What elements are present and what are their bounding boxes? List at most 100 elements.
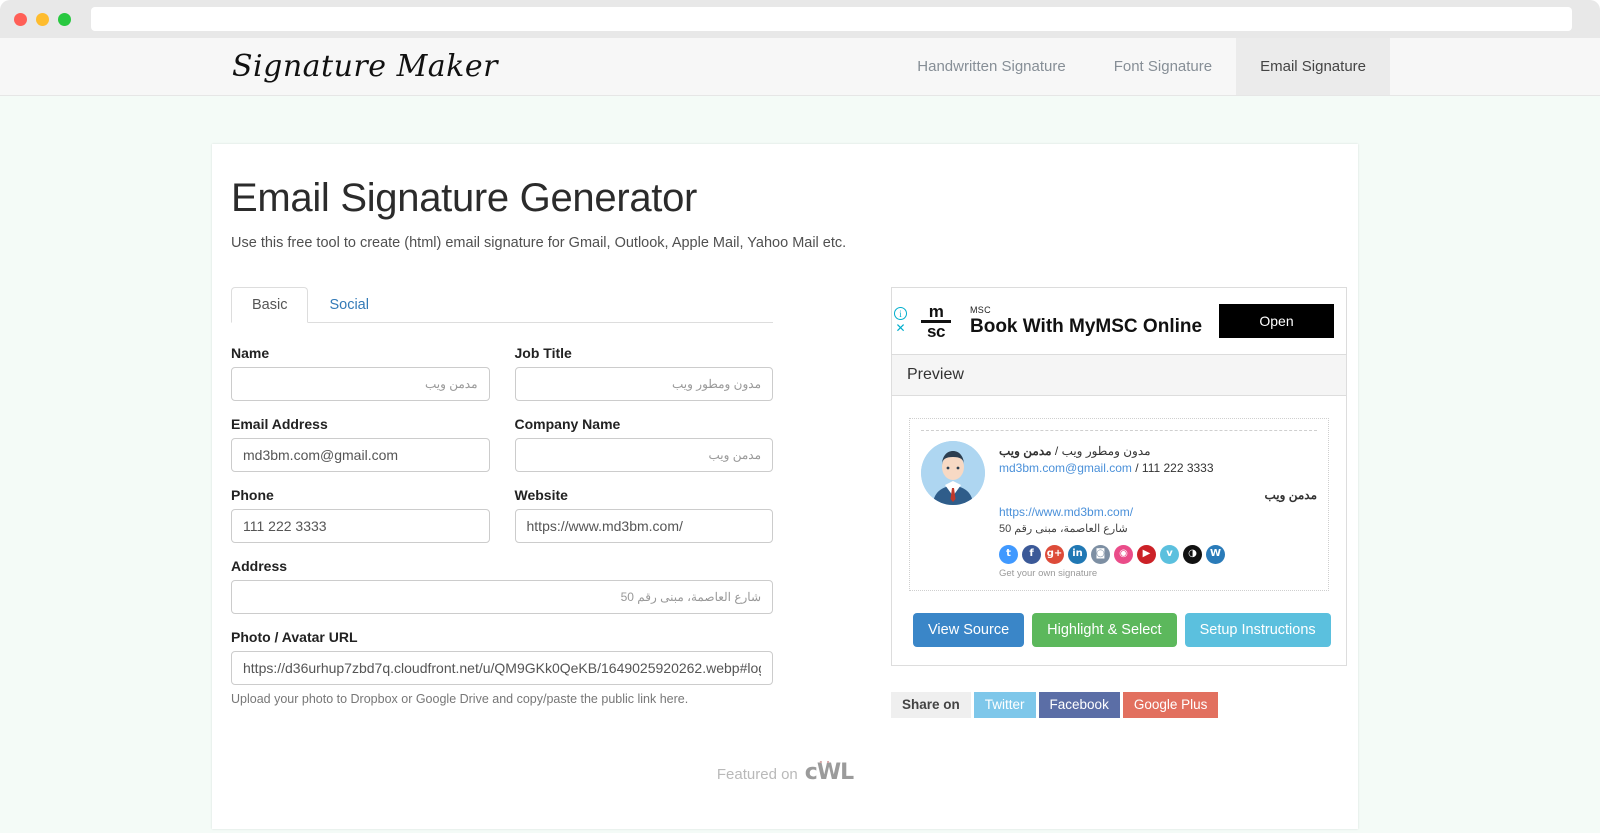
field-group-job-title: Job Title xyxy=(514,345,773,401)
form-tabs: Basic Social xyxy=(231,287,773,323)
ad-close-icon[interactable]: ✕ xyxy=(894,322,907,335)
main-content-card: Email Signature Generator Use this free … xyxy=(212,144,1358,829)
job-title-label: Job Title xyxy=(514,345,572,361)
msc-logo-icon: m sc xyxy=(914,301,958,341)
view-source-button[interactable]: View Source xyxy=(913,612,1025,647)
name-label: Name xyxy=(231,345,270,361)
signature-email-link[interactable]: md3bm.com@gmail.com xyxy=(999,461,1132,475)
nav-item-font-signature[interactable]: Font Signature xyxy=(1090,38,1236,95)
website-input[interactable] xyxy=(514,509,773,543)
advertisement-banner[interactable]: i ✕ m sc MSC Book With MyMSC Online Open xyxy=(891,287,1347,355)
dribbble-icon[interactable]: ◉ xyxy=(1114,544,1133,564)
ad-advertiser-name: MSC xyxy=(970,304,991,315)
signature-name-separator: / xyxy=(1051,444,1062,458)
address-label: Address xyxy=(231,558,288,574)
tab-basic[interactable]: Basic xyxy=(231,287,309,323)
close-window-button[interactable] xyxy=(14,12,27,26)
twitter-icon[interactable]: t xyxy=(999,544,1018,564)
field-group-email: Email Address xyxy=(231,416,490,472)
ad-text-block: MSC Book With MyMSC Online xyxy=(970,305,1219,338)
photo-url-label: Photo / Avatar URL xyxy=(231,629,358,645)
field-group-phone: Phone xyxy=(231,487,490,543)
company-input[interactable] xyxy=(514,438,773,472)
linkedin-icon[interactable]: in xyxy=(1068,544,1087,564)
field-group-photo-url: Photo / Avatar URL Upload your photo to … xyxy=(231,629,773,706)
ad-info-icon[interactable]: i xyxy=(894,307,907,320)
highlight-select-button[interactable]: Highlight & Select xyxy=(1032,612,1177,647)
ad-open-button[interactable]: Open xyxy=(1219,304,1334,338)
share-bar: Share on Twitter Facebook Google Plus xyxy=(891,691,1347,718)
signature-website-link[interactable]: https://www.md3bm.com/ xyxy=(999,505,1133,519)
field-group-website: Website xyxy=(514,487,773,543)
window-controls xyxy=(14,12,71,26)
preview-panel-body: مدمن ويب / مدون ومطور ويب md3bm.com@gmai… xyxy=(892,396,1346,665)
signature-text-block: مدمن ويب / مدون ومطور ويب md3bm.com@gmai… xyxy=(999,441,1317,579)
signature-preview: مدمن ويب / مدون ومطور ويب md3bm.com@gmai… xyxy=(921,430,1317,579)
featured-text: Featured on xyxy=(716,766,798,783)
cwl-logo-dots: .. xyxy=(818,753,834,766)
signature-address: شارع العاصمة، مبنى رقم 50 xyxy=(999,522,1128,535)
msc-logo-bottom: sc xyxy=(927,321,945,341)
youtube-icon[interactable]: ▶ xyxy=(1137,544,1156,564)
website-label: Website xyxy=(514,487,568,503)
page-title: Email Signature Generator xyxy=(231,176,698,220)
maximize-window-button[interactable] xyxy=(58,12,71,26)
ad-controls: i ✕ xyxy=(894,307,907,335)
browser-chrome xyxy=(0,0,1600,38)
company-label: Company Name xyxy=(514,416,621,432)
email-label: Email Address xyxy=(231,416,328,432)
nav-item-handwritten-signature[interactable]: Handwritten Signature xyxy=(893,38,1089,95)
signature-form: Basic Social Name Job Title xyxy=(231,287,773,721)
field-group-address: Address xyxy=(231,558,773,614)
share-twitter-button[interactable]: Twitter xyxy=(973,691,1036,718)
facebook-icon[interactable]: f xyxy=(1022,544,1041,564)
signature-contact-line: md3bm.com@gmail.com / 111 222 3333 xyxy=(999,460,1317,477)
tab-social[interactable]: Social xyxy=(308,287,390,323)
github-icon[interactable]: ◑ xyxy=(1183,544,1202,564)
setup-instructions-button[interactable]: Setup Instructions xyxy=(1184,612,1331,647)
preview-panel: Preview مدمن ويب / مدون ومطور ويب md3bm.… xyxy=(891,355,1347,666)
signature-phone: 111 222 3333 xyxy=(1141,461,1214,476)
instagram-icon[interactable]: ◙ xyxy=(1091,544,1110,564)
share-facebook-button[interactable]: Facebook xyxy=(1038,691,1120,718)
photo-url-help-text: Upload your photo to Dropbox or Google D… xyxy=(231,692,689,706)
site-header: Signature Maker Handwritten Signature Fo… xyxy=(0,38,1600,96)
signature-contact-separator: / xyxy=(1131,461,1142,476)
ad-headline: Book With MyMSC Online xyxy=(970,315,1203,337)
signature-website-line: https://www.md3bm.com/ xyxy=(999,504,1317,521)
address-bar[interactable] xyxy=(91,7,1572,31)
signature-company: مدمن ويب xyxy=(1264,487,1317,502)
phone-input[interactable] xyxy=(231,509,490,543)
signature-name-line: مدمن ويب / مدون ومطور ويب xyxy=(999,443,1317,460)
share-google-plus-button[interactable]: Google Plus xyxy=(1122,691,1219,718)
signature-name: مدمن ويب xyxy=(999,444,1052,458)
signature-job-title: مدون ومطور ويب xyxy=(1061,444,1151,458)
signature-footnote: Get your own signature xyxy=(999,567,1098,579)
featured-footer: Featured on .. cWL xyxy=(212,753,1358,785)
minimize-window-button[interactable] xyxy=(36,12,49,26)
msc-logo-top: m xyxy=(928,301,944,321)
google-plus-icon[interactable]: g+ xyxy=(1045,544,1064,564)
vimeo-icon[interactable]: v xyxy=(1160,544,1179,564)
nav-item-email-signature[interactable]: Email Signature xyxy=(1236,38,1390,95)
email-input[interactable] xyxy=(231,438,490,472)
phone-label: Phone xyxy=(231,487,274,503)
site-logo[interactable]: Signature Maker xyxy=(232,49,498,84)
job-title-input[interactable] xyxy=(514,367,773,401)
wordpress-icon[interactable]: W xyxy=(1206,544,1225,564)
preview-column: i ✕ m sc MSC Book With MyMSC Online Open… xyxy=(891,287,1347,721)
photo-url-input[interactable] xyxy=(231,651,773,685)
name-input[interactable] xyxy=(231,367,490,401)
preview-action-buttons: View Source Highlight & Select Setup Ins… xyxy=(909,612,1331,647)
signature-social-icons: t f g+ in ◙ ◉ ▶ v ◑ W xyxy=(999,544,1317,564)
page-body: Signature Maker Handwritten Signature Fo… xyxy=(0,38,1600,833)
field-group-company: Company Name xyxy=(514,416,773,472)
share-label: Share on xyxy=(891,691,971,718)
avatar xyxy=(921,441,985,505)
field-group-name: Name xyxy=(231,345,490,401)
signature-spacer xyxy=(999,478,1317,487)
signature-preview-outer: مدمن ويب / مدون ومطور ويب md3bm.com@gmai… xyxy=(909,418,1329,591)
cwl-logo: .. cWL xyxy=(805,753,854,785)
address-input[interactable] xyxy=(231,580,773,614)
main-navigation: Handwritten Signature Font Signature Ema… xyxy=(893,38,1390,95)
